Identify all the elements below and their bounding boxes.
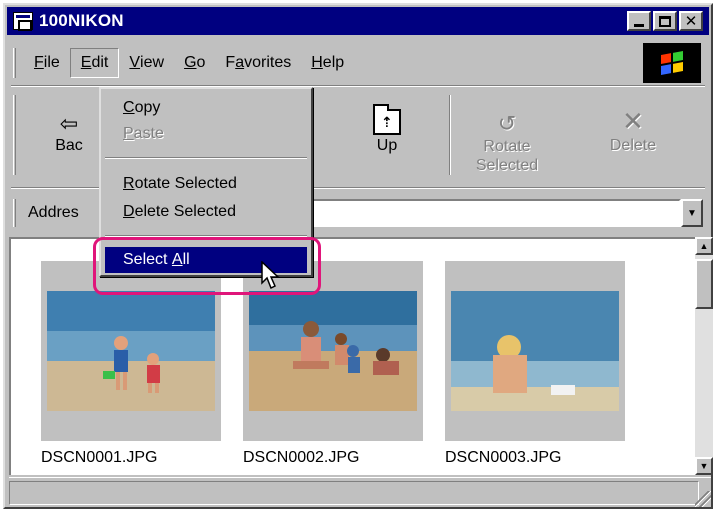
- menu-favorites-pre: F: [225, 54, 236, 71]
- photo-family-sand-icon: [249, 291, 417, 411]
- flag-green: [673, 51, 683, 62]
- menu-view-accel: V: [129, 54, 141, 71]
- delete-label: Delete: [609, 137, 657, 154]
- close-button[interactable]: ✕: [679, 11, 703, 31]
- menu-separator: [105, 157, 307, 159]
- menu-view-rest: iew: [140, 54, 165, 71]
- file-item[interactable]: DSCN0003.JPG: [445, 261, 625, 467]
- rotate-icon: ↺: [497, 111, 517, 136]
- menu-edit-accel: E: [80, 54, 92, 71]
- up-arrow-glyph: ⇡: [381, 114, 393, 130]
- delete-button[interactable]: ✕ Delete: [593, 103, 673, 155]
- arrow-up-icon: ▲: [699, 241, 709, 251]
- minimize-button[interactable]: [627, 11, 651, 31]
- photo-girl-beach-icon: [451, 291, 619, 411]
- menu-file-accel: F: [34, 54, 44, 71]
- scroll-thumb[interactable]: [695, 259, 713, 309]
- file-name: DSCN0002.JPG: [243, 449, 360, 466]
- address-grip[interactable]: [13, 199, 16, 227]
- delete-rest: elete Selected: [134, 203, 236, 220]
- paste-accel: P: [123, 125, 134, 142]
- menu-favorites-rest: vorites: [244, 54, 292, 71]
- rotate-rest: otate Selected: [134, 175, 237, 192]
- callout-highlight-ring: [93, 237, 321, 295]
- rotate-selected-button[interactable]: ↺ Rotate Selected: [467, 103, 547, 175]
- menu-favorites[interactable]: Fa vorites: [215, 48, 301, 78]
- photo-children-beach-icon: [47, 291, 215, 411]
- menu-go-accel: G: [184, 54, 197, 71]
- scroll-down-button[interactable]: ▼: [695, 457, 713, 475]
- menu-help-accel: H: [311, 54, 323, 71]
- menu-bar-grip[interactable]: [13, 48, 16, 78]
- chevron-down-icon: ▼: [687, 207, 697, 219]
- copy-accel: C: [123, 99, 135, 116]
- copy-rest: opy: [134, 99, 161, 116]
- status-panel: [9, 481, 699, 505]
- window-controls: ✕: [627, 11, 703, 31]
- flag-yellow: [673, 62, 683, 73]
- menu-edit[interactable]: Edit: [69, 48, 120, 78]
- menu-help[interactable]: Help: [301, 48, 354, 78]
- file-name: DSCN0003.JPG: [445, 449, 562, 466]
- address-input[interactable]: [303, 199, 681, 227]
- menu-file-rest: ile: [43, 54, 60, 71]
- menu-copy[interactable]: Copy: [105, 95, 307, 121]
- up-label: Up: [376, 137, 398, 154]
- menu-edit-rest: dit: [91, 54, 109, 71]
- folder-up-icon: ⇡: [373, 104, 401, 135]
- back-button[interactable]: ⇦ Bac: [29, 103, 109, 155]
- rotate-label-1: Rotate: [483, 138, 531, 155]
- back-label: Bac: [55, 137, 83, 154]
- menu-favorites-accel: a: [235, 54, 245, 71]
- flag-blue: [661, 64, 671, 75]
- arrow-down-icon: ▼: [699, 461, 709, 471]
- menu-go[interactable]: Go: [174, 48, 215, 78]
- delete-accel: D: [123, 203, 135, 220]
- window-title: 100NIKON: [39, 11, 124, 30]
- back-arrow-icon: ⇦: [59, 111, 79, 136]
- flag-red: [661, 53, 671, 64]
- maximize-icon: [659, 15, 671, 27]
- delete-icon: ✕: [622, 106, 644, 136]
- scroll-up-button[interactable]: ▲: [695, 237, 713, 255]
- file-name: DSCN0001.JPG: [41, 449, 158, 466]
- menu-delete-selected[interactable]: Delete Selected: [105, 199, 307, 225]
- menu-rotate-selected[interactable]: Rotate Selected: [105, 171, 307, 197]
- resize-grip-icon[interactable]: [695, 491, 711, 507]
- menu-view[interactable]: View: [119, 48, 174, 78]
- rotate-label-2: Selected: [475, 157, 539, 174]
- toolbar-grip[interactable]: [13, 95, 16, 175]
- maximize-button[interactable]: [653, 11, 677, 31]
- menu-go-rest: o: [196, 54, 206, 71]
- toolbar-separator: [449, 95, 451, 175]
- mouse-pointer-icon: [261, 261, 280, 290]
- up-icon-wrap: ⇡: [347, 103, 427, 137]
- windows-logo-throbber: [643, 43, 701, 83]
- title-bar[interactable]: 100NIKON ✕: [7, 7, 709, 35]
- address-dropdown-button[interactable]: ▼: [681, 199, 703, 227]
- windows-flag-icon: [661, 51, 683, 75]
- minimize-icon: [634, 23, 644, 27]
- folder-window-icon: [13, 12, 33, 31]
- up-button[interactable]: ⇡ Up: [347, 103, 427, 155]
- menu-paste: Paste: [105, 121, 307, 147]
- menu-help-rest: elp: [322, 54, 345, 71]
- menu-file[interactable]: File: [24, 48, 70, 78]
- thumbnail-frame: [445, 261, 625, 441]
- status-bar: [9, 477, 711, 507]
- explorer-window: 100NIKON ✕ File Edit View Go Fa vorites H…: [3, 3, 713, 509]
- address-label: Addres: [28, 204, 79, 221]
- rotate-accel: R: [123, 175, 135, 192]
- close-icon: ✕: [684, 12, 698, 30]
- paste-rest: aste: [133, 125, 164, 142]
- vertical-scrollbar[interactable]: ▲ ▼: [695, 237, 713, 475]
- menu-bar: File Edit View Go Fa vorites Help: [13, 43, 703, 83]
